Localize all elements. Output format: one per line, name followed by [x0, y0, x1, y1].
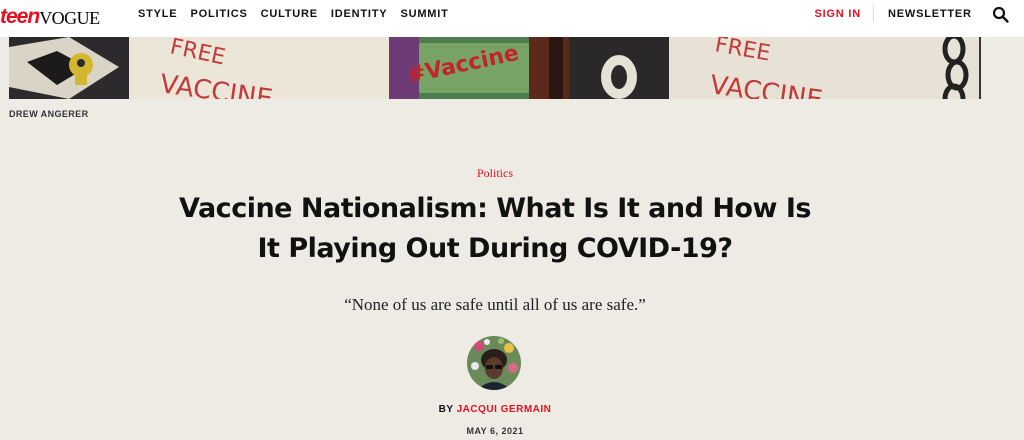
- photo-credit: DREW ANGERER: [9, 109, 89, 119]
- category-link[interactable]: Politics: [0, 166, 990, 181]
- nav-item-summit[interactable]: SUMMIT: [400, 8, 448, 20]
- nav-item-politics[interactable]: POLITICS: [190, 8, 247, 20]
- logo-teen-text: teen: [0, 5, 40, 28]
- header-divider: [873, 5, 874, 22]
- nav-item-identity[interactable]: IDENTITY: [331, 8, 388, 20]
- byline: BY JACQUI GERMAIN: [0, 404, 990, 415]
- logo-vogue-text: VOGUE: [39, 8, 100, 28]
- headline-line-1: Vaccine Nationalism: What Is It and How …: [179, 193, 811, 224]
- sign-in-link[interactable]: SIGN IN: [814, 8, 861, 20]
- newsletter-link[interactable]: NEWSLETTER: [888, 8, 972, 20]
- headline-line-2: It Playing Out During COVID-19?: [257, 233, 733, 264]
- teen-vogue-logo[interactable]: teen VOGUE: [0, 3, 100, 29]
- article-dek: “None of us are safe until all of us are…: [344, 295, 646, 314]
- hero-image: FREE VACCINE #Vaccine FREE VACCINE: [9, 37, 981, 99]
- author-avatar[interactable]: [467, 336, 521, 390]
- article-headline: Vaccine Nationalism: What Is It and How …: [130, 189, 860, 269]
- publish-date: MAY 6, 2021: [466, 426, 524, 436]
- main-nav: STYLE POLITICS CULTURE IDENTITY SUMMIT: [138, 8, 449, 20]
- nav-item-culture[interactable]: CULTURE: [261, 8, 318, 20]
- byline-prefix: BY: [438, 404, 454, 415]
- nav-item-style[interactable]: STYLE: [138, 8, 177, 20]
- site-header: teen VOGUE STYLE POLITICS CULTURE IDENTI…: [0, 0, 1024, 37]
- author-link[interactable]: JACQUI GERMAIN: [457, 404, 552, 415]
- search-icon[interactable]: [992, 6, 1010, 24]
